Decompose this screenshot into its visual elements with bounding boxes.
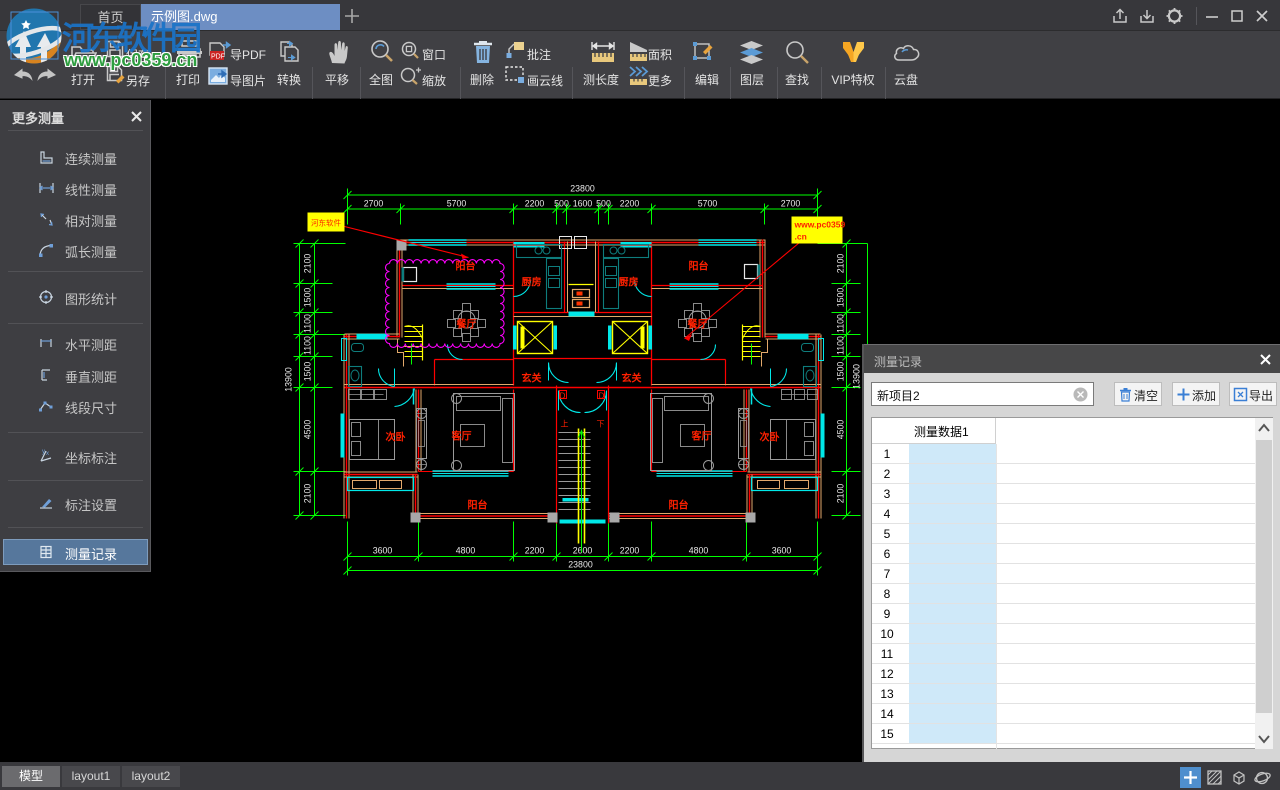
svg-text:1500: 1500 [836,362,846,382]
svg-text:500: 500 [596,199,611,209]
svg-text:2700: 2700 [781,199,801,209]
svg-text:餐厅: 餐厅 [456,318,477,331]
svg-text:4800: 4800 [456,546,476,556]
svg-text:D: D [599,392,605,401]
svg-text:下: 下 [597,420,605,429]
svg-text:x: x [46,451,49,457]
svg-text:2100: 2100 [836,254,846,274]
svg-text:500: 500 [554,199,569,209]
svg-text:2100: 2100 [303,254,313,274]
svg-text:玄关: 玄关 [522,372,542,385]
svg-text:次卧: 次卧 [386,431,406,444]
svg-text:2700: 2700 [364,199,384,209]
svg-text:上: 上 [561,420,569,429]
svg-text:3600: 3600 [772,546,792,556]
svg-text:1100: 1100 [836,314,846,333]
svg-text:玄关: 玄关 [622,372,642,385]
svg-text:2600: 2600 [573,546,593,556]
svg-text:阳台: 阳台 [689,260,709,273]
svg-text:3600: 3600 [373,546,393,556]
svg-text:5700: 5700 [698,199,718,209]
svg-text:www.pc0359: www.pc0359 [794,220,846,230]
svg-text:阳台: 阳台 [669,499,689,512]
svg-text:y: y [42,449,45,455]
svg-text:23800: 23800 [570,184,595,194]
svg-text:2200: 2200 [525,546,545,556]
svg-text:13900: 13900 [284,367,294,392]
svg-text:23800: 23800 [568,560,593,570]
svg-text:1100: 1100 [303,314,313,333]
svg-text:厨房: 厨房 [619,276,639,289]
svg-text:1100: 1100 [303,336,313,355]
svg-text:13900: 13900 [852,364,862,389]
svg-text:厨房: 厨房 [522,276,542,289]
svg-text:次卧: 次卧 [760,431,780,444]
svg-text:1500: 1500 [303,288,313,308]
svg-text:1500: 1500 [303,362,313,382]
svg-text:5700: 5700 [447,199,467,209]
svg-text:4800: 4800 [689,546,709,556]
svg-text:2100: 2100 [836,484,846,504]
svg-text:客厅: 客厅 [451,430,472,443]
svg-text:2200: 2200 [620,546,640,556]
svg-text:阳台: 阳台 [468,499,488,512]
svg-text:D: D [560,392,566,401]
svg-text:客厅: 客厅 [691,430,712,443]
svg-text:.cn: .cn [795,232,807,242]
svg-text:1500: 1500 [836,288,846,308]
svg-text:2200: 2200 [525,199,545,209]
svg-text:阳台: 阳台 [456,260,476,273]
svg-text:餐厅: 餐厅 [687,318,708,331]
svg-text:1100: 1100 [836,336,846,355]
svg-text:4500: 4500 [303,420,313,440]
svg-text:4500: 4500 [836,420,846,440]
svg-text:2100: 2100 [303,484,313,504]
svg-text:2200: 2200 [620,199,640,209]
svg-text:河东软件: 河东软件 [311,218,341,228]
svg-text:1600: 1600 [573,199,593,209]
